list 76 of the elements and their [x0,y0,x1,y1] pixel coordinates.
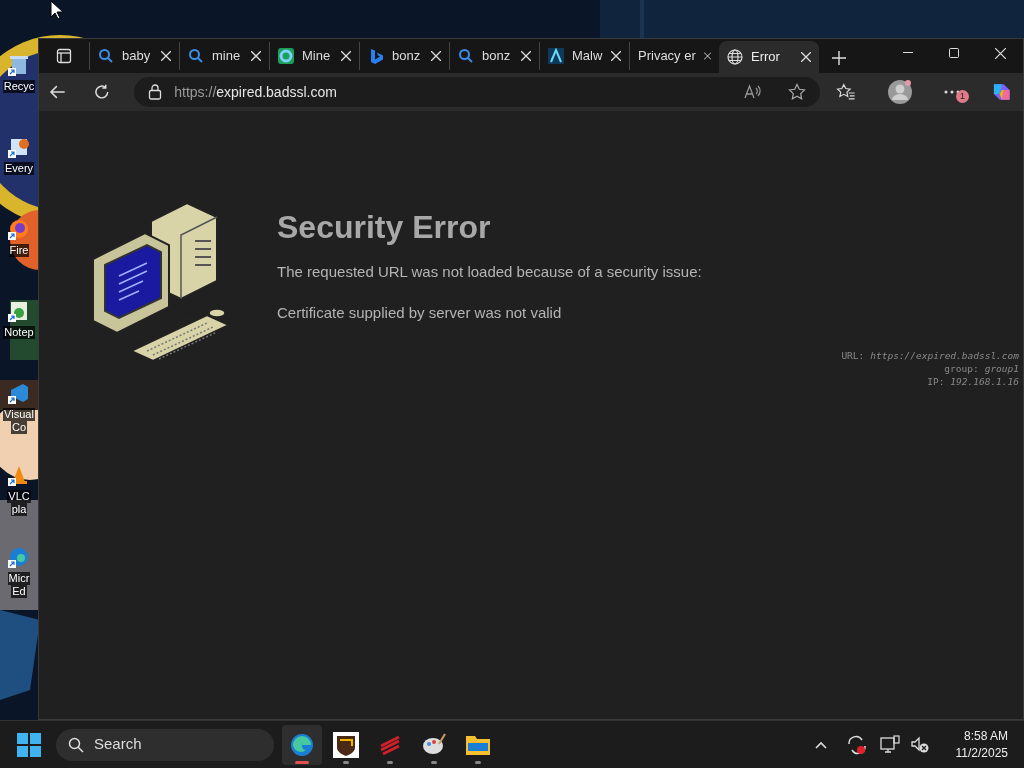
mouse-cursor-icon [50,0,64,20]
volume-muted-icon[interactable] [910,734,930,755]
desktop-icon-label[interactable]: Notep [3,326,35,339]
network-icon[interactable] [880,734,900,755]
start-icon[interactable] [16,731,42,758]
sync-icon[interactable] [846,733,868,756]
cone-icon[interactable] [8,464,30,486]
chevron-up-icon[interactable] [814,739,828,750]
browser-tab[interactable]: mine [179,42,269,70]
search-icon [68,736,84,753]
desktop-icon-label[interactable]: Ed [11,585,27,598]
close-icon[interactable] [431,51,441,61]
more-icon[interactable] [944,90,961,94]
star-icon[interactable] [788,83,807,101]
search-icon [458,48,474,64]
browser-tab[interactable]: baby [89,42,179,70]
info-value: group1 [984,362,1019,375]
search-icon [188,48,204,64]
browser-tab[interactable]: bonz [359,42,449,70]
browser-tab[interactable]: bonz [449,42,539,70]
close-icon[interactable] [521,51,531,61]
desktop-icon-label[interactable]: Fire [8,244,30,257]
close-icon[interactable] [703,51,711,61]
close-icon[interactable] [801,52,811,62]
notification-badge: 1 [956,90,970,103]
plus-icon [831,50,847,66]
fox-icon[interactable] [8,218,30,240]
peak-logo-icon [548,48,564,64]
notepad-icon[interactable] [8,300,30,322]
close-icon[interactable] [611,51,621,61]
globe-icon [727,49,743,65]
desktop-icon-label[interactable]: Every [3,162,35,175]
info-label: URL: [841,349,865,362]
favorites-icon[interactable] [836,83,857,101]
close-icon[interactable] [341,51,351,61]
desktop-icon-label[interactable]: VLC [7,490,31,503]
profile-avatar-icon[interactable] [888,80,913,104]
edge-icon [289,731,315,758]
taskbar-app-button[interactable] [282,724,322,765]
search-input[interactable]: Search [94,733,244,756]
clock-date[interactable]: 11/2/2025 [955,744,1008,762]
minimize-icon [903,52,913,54]
code-icon[interactable] [8,382,30,404]
close-icon[interactable] [251,51,261,61]
browser-tab[interactable]: Error [719,41,819,73]
back-icon[interactable] [49,83,67,101]
error-detail: Certificate supplied by server was not valid [277,302,563,323]
browser-tab[interactable]: Mine [269,42,359,70]
tab-actions-icon[interactable] [56,48,72,64]
app-icon[interactable] [8,136,30,158]
url-text: https://expired.badssl.com [174,82,337,102]
ring-logo-icon [278,48,294,64]
desktop-icon-label[interactable]: Recyc [2,80,36,93]
close-icon[interactable] [161,51,171,61]
shield-icon [333,731,359,758]
info-label: group: [944,362,979,375]
clock-time[interactable]: 8:58 AM [963,727,1008,745]
bin-icon[interactable] [8,54,30,76]
info-value: https://expired.badssl.com [870,349,1019,362]
address-bar[interactable]: https://expired.badssl.com [134,77,821,107]
read-aloud-icon[interactable] [744,84,763,100]
error-title: Security Error [277,208,492,247]
maximize-icon [949,48,959,58]
search-icon [98,48,114,64]
browser-tab[interactable]: Malw [539,42,629,70]
info-label: IP: [927,375,945,388]
close-icon [994,47,1006,59]
b-logo-icon [368,48,384,64]
edge-icon[interactable] [8,546,30,568]
error-message: The requested URL was not loaded because of a security issue: [277,262,702,282]
lock-icon [148,84,163,100]
desktop-icon-label[interactable]: Micr [7,572,31,585]
refresh-icon[interactable] [92,83,111,101]
taskbar-search[interactable]: Search [56,728,274,761]
desktop-icon-label[interactable]: Visual [3,408,35,421]
info-value: 192.168.1.16 [950,375,1019,388]
